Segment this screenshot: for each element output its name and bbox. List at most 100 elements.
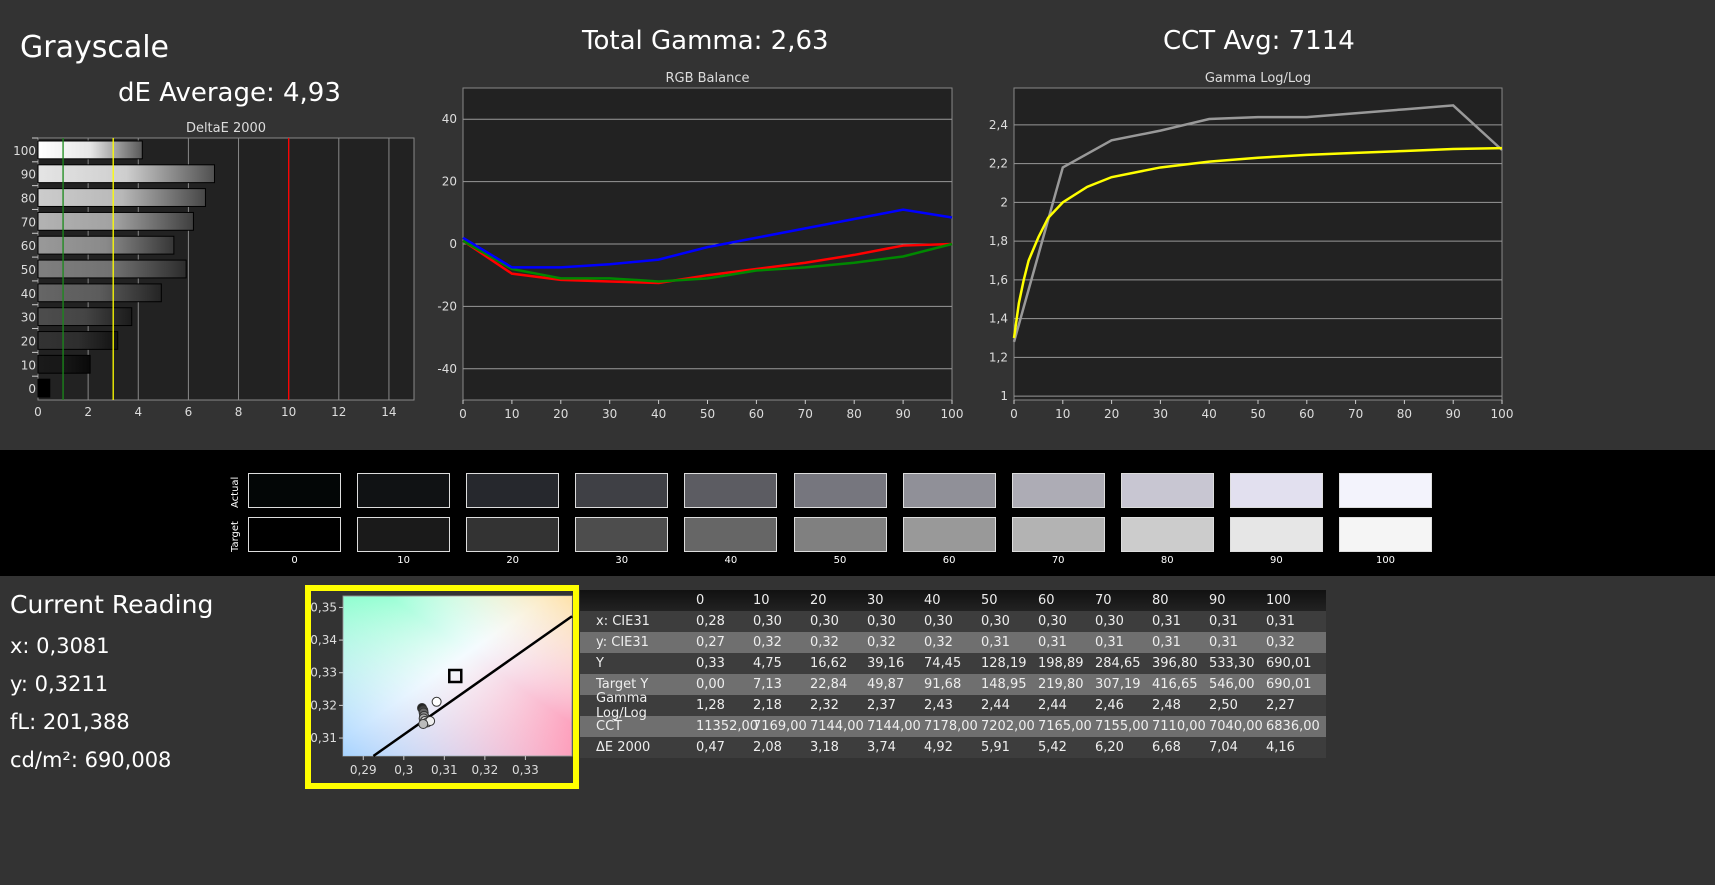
table-cell: 22,84 <box>810 677 848 692</box>
table-cell: 7,04 <box>1209 740 1238 755</box>
table-cell: 1,28 <box>696 698 725 713</box>
table-cell: 0,31 <box>1095 635 1124 650</box>
target-swatch <box>575 517 669 552</box>
table-cell: 690,01 <box>1266 677 1312 692</box>
measurement-point <box>418 719 429 729</box>
x-tick-label: 0 <box>34 405 42 419</box>
x-tick-label: 50 <box>1250 407 1265 421</box>
table-cell: 60 <box>1038 593 1055 608</box>
y-tick-label: 1,6 <box>989 273 1008 287</box>
table-cell: 0,32 <box>867 635 896 650</box>
row-label: Y <box>596 656 604 671</box>
row-label: y: CIE31 <box>596 635 649 650</box>
table-cell: 0,32 <box>810 635 839 650</box>
target-swatch <box>248 517 341 552</box>
x-tick-label: 80 <box>847 407 862 421</box>
x-tick-label: 20 <box>1104 407 1119 421</box>
table-row: Y 0,33 4,75 16,62 39,16 74,45 128,19 198,89 284,… <box>580 653 1326 674</box>
actual-swatch <box>248 473 341 508</box>
table-cell: 91,68 <box>924 677 962 692</box>
y-tick-label: 1,4 <box>989 312 1008 326</box>
table-cell: 2,18 <box>753 698 782 713</box>
y-tick-label: 1,2 <box>989 350 1008 364</box>
table-cell: 0,31 <box>1209 614 1238 629</box>
deltae-chart: 0 2 4 6 8 10 12 141009080706050403020100 <box>13 137 415 419</box>
x-tick-label: 70 <box>798 407 813 421</box>
table-cell: 39,16 <box>867 656 905 671</box>
actual-swatch <box>793 473 887 508</box>
deltae-bar <box>37 235 175 255</box>
plot-area <box>1013 87 1503 401</box>
y-tick-label: 2,4 <box>989 118 1008 132</box>
table-cell: 0,30 <box>810 614 839 629</box>
table-cell: 0,30 <box>1038 614 1067 629</box>
y-tick-label: 1,8 <box>989 234 1008 248</box>
table-cell: 396,80 <box>1152 656 1198 671</box>
actual-label: Actual <box>230 476 241 508</box>
x-tick-label: 60 <box>1299 407 1314 421</box>
x-tick-label: 8 <box>235 405 243 419</box>
table-cell: 90 <box>1209 593 1226 608</box>
cct-average: CCT Avg: 7114 <box>1163 26 1355 56</box>
table-row: ΔE 2000 0,47 2,08 3,18 3,74 4,92 5,91 5,42 6,20 6… <box>580 737 1326 758</box>
swatch-level-label: 0 <box>291 555 298 566</box>
target-swatch <box>684 517 778 552</box>
table-cell: 50 <box>981 593 998 608</box>
table-cell: 11352,00 <box>696 719 759 734</box>
table-cell: 30 <box>867 593 884 608</box>
table-cell: 0,28 <box>696 614 725 629</box>
table-cell: 2,32 <box>810 698 839 713</box>
table-cell: 0,00 <box>696 677 725 692</box>
y-tick-label: 20 <box>442 175 457 189</box>
target-swatch <box>466 517 560 552</box>
table-cell: 6,68 <box>1152 740 1181 755</box>
table-cell: 0,32 <box>753 635 782 650</box>
y-tick-label: 0,32 <box>311 698 337 712</box>
swatch-level-label: 100 <box>1375 555 1396 566</box>
table-cell: 0,30 <box>867 614 896 629</box>
table-row: x: CIE31 0,28 0,30 0,30 0,30 0,30 0,30 0,30 0,30… <box>580 611 1326 632</box>
swatch-level-label: 30 <box>615 555 629 566</box>
table-cell: 2,50 <box>1209 698 1238 713</box>
table-row: CCT 11352,00 7169,00 7144,00 7144,00 7178,00 7… <box>580 716 1326 737</box>
row-label: CCT <box>596 719 623 734</box>
x-tick-label: 10 <box>1055 407 1070 421</box>
table-cell: 49,87 <box>867 677 905 692</box>
table-row: Gamma Log/Log 1,28 2,18 2,32 2,37 2,43 2,44 2,4… <box>580 691 1326 721</box>
table-cell: 0,30 <box>924 614 953 629</box>
table-cell: 4,92 <box>924 740 953 755</box>
table-cell: 0,31 <box>981 635 1010 650</box>
y-tick-label: 0 <box>28 382 36 396</box>
x-tick-label: 0,31 <box>431 763 458 777</box>
table-cell: 0,33 <box>696 656 725 671</box>
rgb-balance-chart: 40 20 0 -20 -40 0 10 20 30 40 50 60 70 80 90 100 <box>437 87 964 421</box>
cie-chart: 0,35 0,34 0,33 0,32 0,31 0,29 0,3 0,31 0,32 0,33 <box>311 595 573 777</box>
row-label: ΔE 2000 <box>596 740 651 755</box>
table-cell: 307,19 <box>1095 677 1141 692</box>
x-tick-label: 0 <box>459 407 467 421</box>
table-cell: 416,65 <box>1152 677 1198 692</box>
table-cell: 0,32 <box>1266 635 1295 650</box>
deltae-bar <box>37 283 162 303</box>
x-tick-label: 100 <box>1491 407 1514 421</box>
y-tick-label: 80 <box>21 192 36 206</box>
x-tick-label: 80 <box>1397 407 1412 421</box>
actual-swatch <box>466 473 560 508</box>
table-cell: 7144,00 <box>810 719 864 734</box>
x-tick-label: 4 <box>134 405 142 419</box>
table-cell: 546,00 <box>1209 677 1255 692</box>
x-tick-label: 70 <box>1348 407 1363 421</box>
y-tick-label: 70 <box>21 215 36 229</box>
deltae-bar <box>37 307 133 327</box>
x-tick-label: 0,3 <box>394 763 413 777</box>
table-cell: 2,48 <box>1152 698 1181 713</box>
actual-swatch <box>1339 473 1432 508</box>
swatch-level-label: 40 <box>724 555 738 566</box>
target-swatch <box>793 517 887 552</box>
table-cell: 0,31 <box>1266 614 1295 629</box>
x-tick-label: 100 <box>941 407 964 421</box>
table-cell: 0 <box>696 593 705 608</box>
table-cell: 3,18 <box>810 740 839 755</box>
y-tick-label: 0 <box>449 237 457 251</box>
y-tick-label: 90 <box>21 168 36 182</box>
